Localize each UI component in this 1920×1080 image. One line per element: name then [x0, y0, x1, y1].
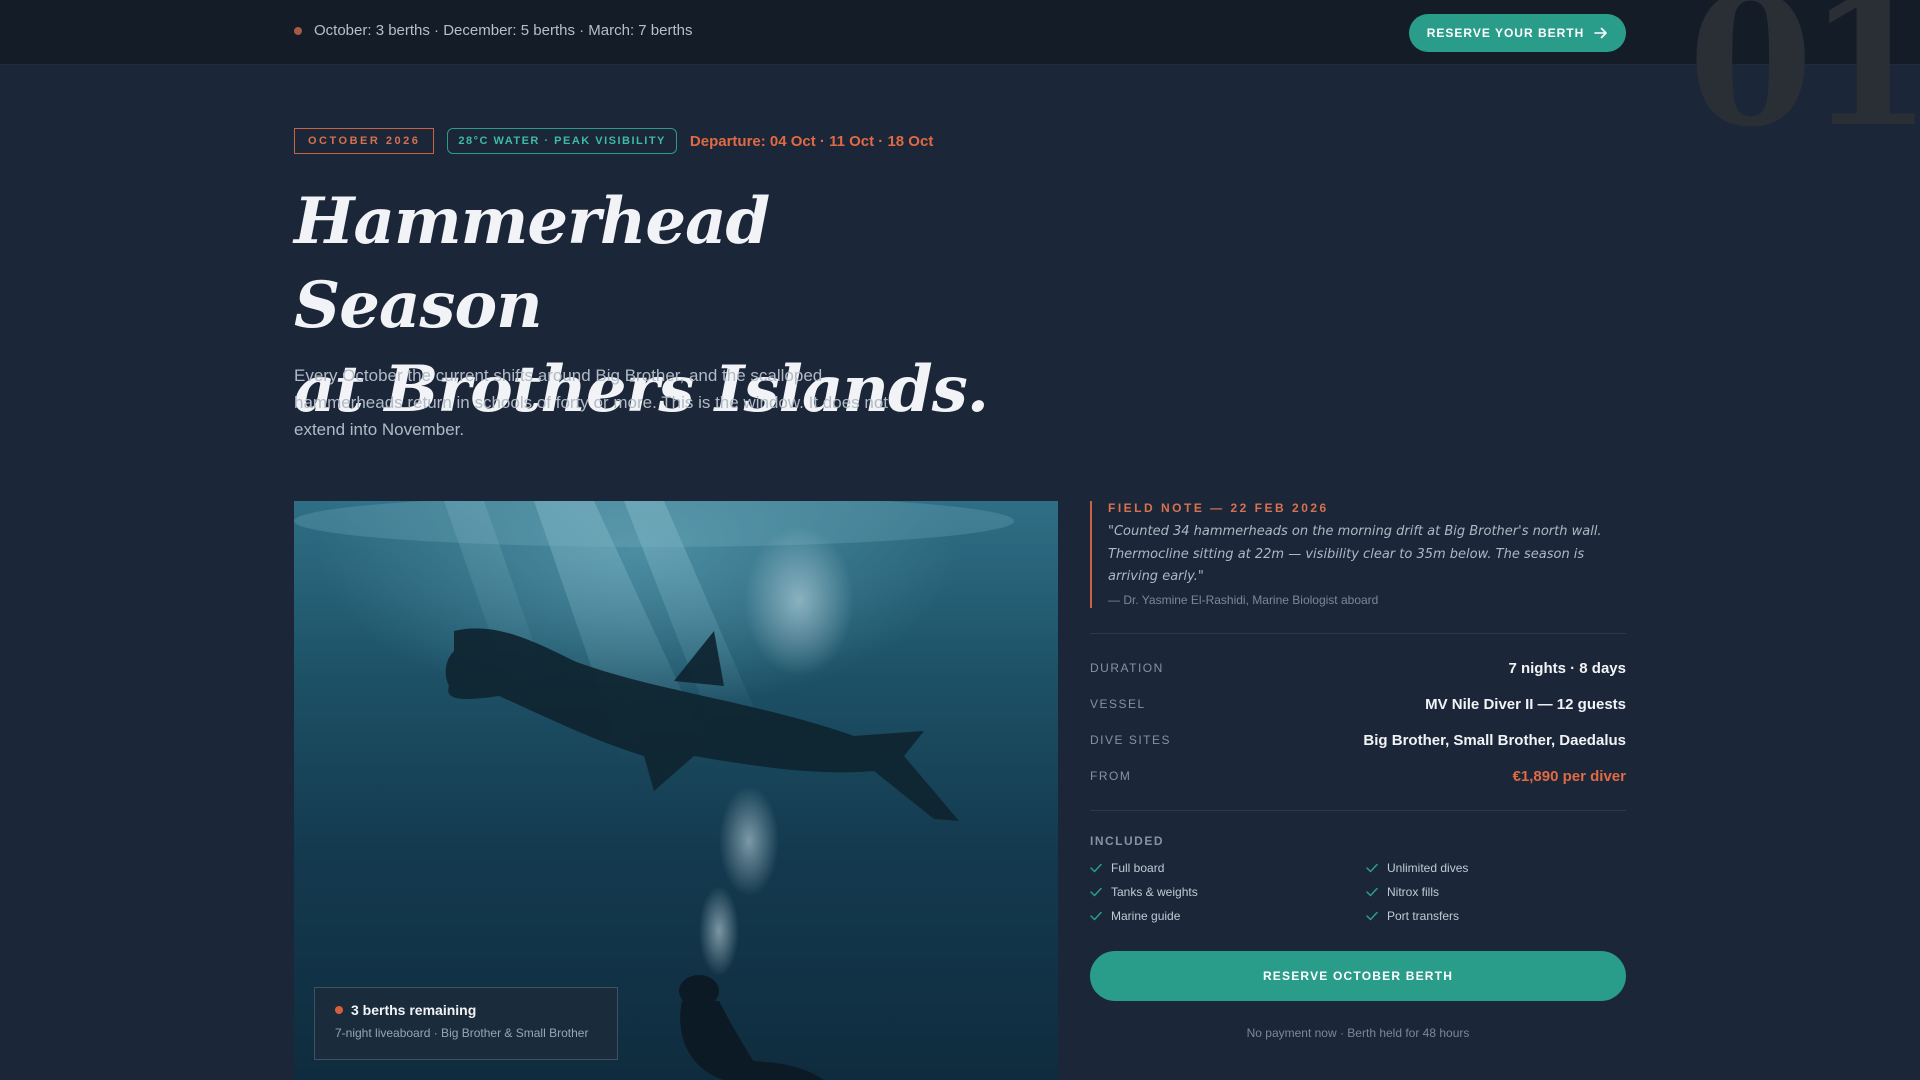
included-item: Tanks & weights: [1090, 882, 1366, 901]
reserve-october-berth-button[interactable]: RESERVE OCTOBER BERTH: [1090, 951, 1626, 1001]
spec-label: VESSEL: [1090, 697, 1146, 711]
price-value: €1,890 per diver: [1512, 767, 1626, 785]
spec-label: DURATION: [1090, 661, 1164, 675]
reserve-your-berth-button[interactable]: RESERVE YOUR BERTH: [1409, 14, 1626, 52]
status-dot-icon: [335, 1006, 343, 1014]
spec-row-duration: DURATION 7 nights · 8 days: [1090, 650, 1626, 686]
spec-row-vessel: VESSEL MV Nile Diver II — 12 guests: [1090, 686, 1626, 722]
check-icon: [1366, 863, 1378, 872]
reserve-your-berth-label: RESERVE YOUR BERTH: [1426, 26, 1585, 40]
spec-label: FROM: [1090, 769, 1132, 783]
arrow-right-icon: [1594, 27, 1608, 39]
divider: [1090, 810, 1626, 811]
included-item: Nitrox fills: [1366, 882, 1626, 901]
check-icon: [1366, 911, 1378, 920]
reserve-october-berth-label: RESERVE OCTOBER BERTH: [1262, 969, 1454, 983]
included-item: Port transfers: [1366, 906, 1626, 925]
check-icon: [1090, 887, 1102, 896]
field-note-quote: "Counted 34 hammerheads on the morning d…: [1108, 524, 1602, 584]
spec-row-dive-sites: DIVE SITES Big Brother, Small Brother, D…: [1090, 722, 1626, 758]
included-item: Full board: [1090, 858, 1366, 877]
availability-summary: October: 3 berths · December: 5 berths ·…: [294, 22, 693, 39]
included-item-label: Marine guide: [1111, 908, 1181, 923]
title-line-1: Hammerhead Season: [294, 184, 770, 343]
berths-remaining-row: 3 berths remaining: [335, 1002, 597, 1018]
departure-dates: Departure: 04 Oct · 11 Oct · 18 Oct: [689, 132, 934, 150]
included-item-label: Unlimited dives: [1387, 860, 1469, 875]
divider: [1090, 633, 1626, 634]
spec-row-price: FROM €1,890 per diver: [1090, 758, 1626, 794]
field-note: FIELD NOTE — 22 FEB 2026 "Counted 34 ham…: [1090, 501, 1626, 608]
included-grid: Full board Unlimited dives Tanks & weigh…: [1090, 858, 1626, 925]
berths-remaining-title: 3 berths remaining: [351, 1002, 477, 1018]
month-tag: OCTOBER 2026: [294, 128, 435, 154]
spec-value: 7 nights · 8 days: [1508, 659, 1626, 677]
trip-tags: OCTOBER 2026 28°C WATER · PEAK VISIBILIT…: [294, 128, 933, 154]
section-number: 01: [1688, 0, 1920, 162]
payment-note: No payment now · Berth held for 48 hours: [1246, 1026, 1470, 1040]
intro-paragraph: Every October the current shifts around …: [294, 366, 889, 439]
spec-value: MV Nile Diver II — 12 guests: [1425, 695, 1626, 713]
included-item-label: Full board: [1111, 860, 1165, 875]
included-item: Marine guide: [1090, 906, 1366, 925]
berths-remaining-subtitle: 7-night liveaboard · Big Brother & Small…: [335, 1026, 589, 1040]
check-icon: [1090, 911, 1102, 920]
field-note-author: — Dr. Yasmine El-Rashidi, Marine Biologi…: [1108, 592, 1379, 607]
spec-label: DIVE SITES: [1090, 733, 1172, 747]
included-label: INCLUDED: [1090, 834, 1164, 848]
status-dot-icon: [294, 26, 302, 35]
water-conditions-tag: 28°C WATER · PEAK VISIBILITY: [447, 128, 677, 154]
included-item-label: Tanks & weights: [1111, 884, 1198, 899]
check-icon: [1366, 887, 1378, 896]
included-list: INCLUDED Full board Unlimited dives Tank…: [1090, 834, 1626, 925]
trip-specs: DURATION 7 nights · 8 days VESSEL MV Nil…: [1090, 650, 1626, 794]
included-item-label: Port transfers: [1387, 908, 1460, 923]
berths-remaining-card: 3 berths remaining 7-night liveaboard · …: [314, 987, 618, 1060]
hammerhead-photo: 3 berths remaining 7-night liveaboard · …: [294, 501, 1058, 1080]
field-note-title: FIELD NOTE — 22 FEB 2026: [1108, 501, 1329, 515]
top-bar: October: 3 berths · December: 5 berths ·…: [0, 0, 1920, 65]
included-item-label: Nitrox fills: [1387, 884, 1440, 899]
check-icon: [1090, 863, 1102, 872]
availability-text: October: 3 berths · December: 5 berths ·…: [314, 22, 693, 39]
included-item: Unlimited dives: [1366, 858, 1626, 877]
spec-value: Big Brother, Small Brother, Daedalus: [1363, 731, 1626, 749]
